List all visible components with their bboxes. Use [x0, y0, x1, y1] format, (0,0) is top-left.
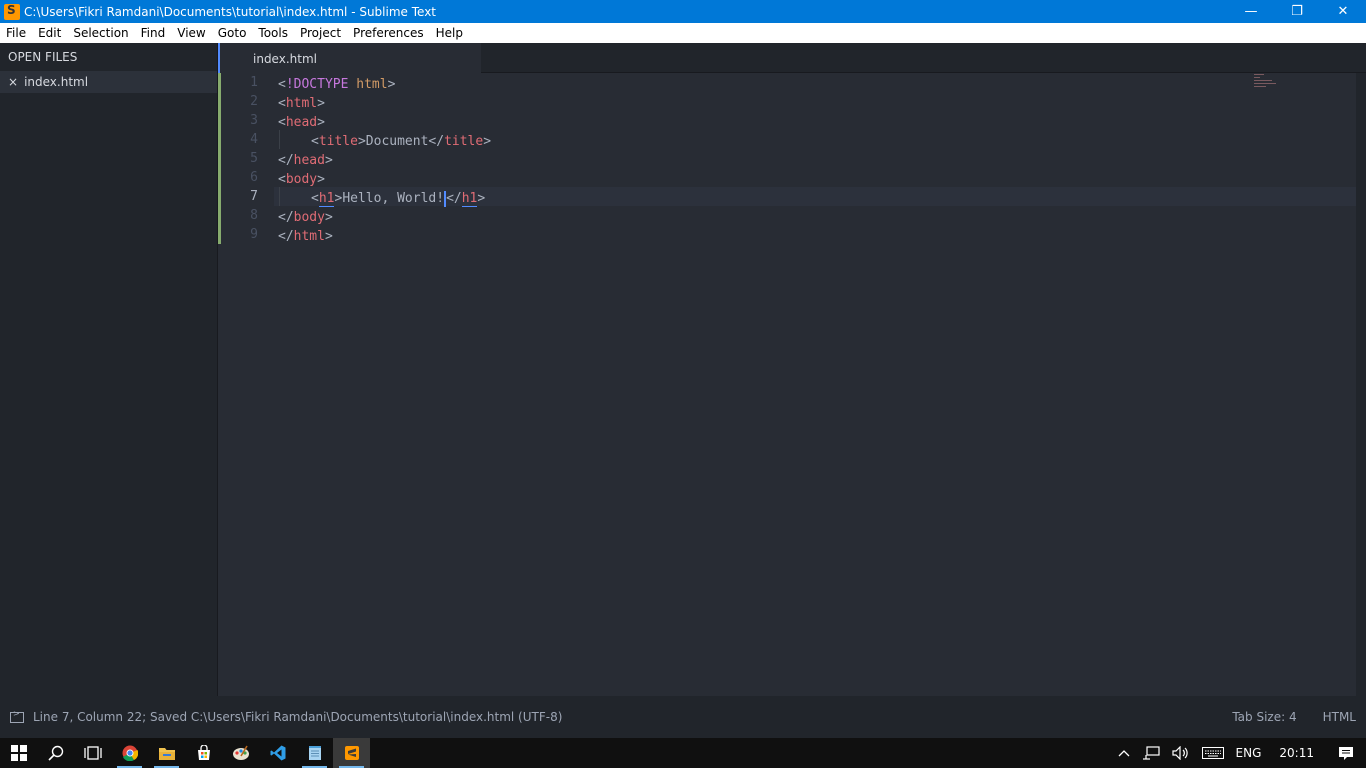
- menu-preferences[interactable]: Preferences: [347, 23, 430, 43]
- gutter: 1 2 3 4 5 6 7 8 9: [218, 73, 274, 696]
- code-line-6: <body>: [278, 172, 325, 187]
- paint-icon[interactable]: [222, 738, 259, 768]
- code-line-1: <!DOCTYPE html>: [278, 77, 396, 92]
- vscode-icon[interactable]: [259, 738, 296, 768]
- menu-selection[interactable]: Selection: [67, 23, 134, 43]
- code-line-7: <h1>Hello, World! </h1>: [311, 190, 486, 207]
- menu-help[interactable]: Help: [430, 23, 469, 43]
- sublime-text-icon: [4, 3, 20, 20]
- line-number: 2: [250, 94, 258, 109]
- sublime-text-icon[interactable]: [333, 738, 370, 768]
- menu-tools[interactable]: Tools: [252, 23, 294, 43]
- language-indicator[interactable]: ENG: [1230, 738, 1268, 768]
- status-message: Line 7, Column 22; Saved C:\Users\Fikri …: [33, 710, 563, 724]
- close-file-icon[interactable]: ×: [8, 75, 18, 89]
- code-line-4: <title>Document</title>: [311, 134, 492, 149]
- minimap[interactable]: [1254, 74, 1278, 92]
- notepad-icon[interactable]: [296, 738, 333, 768]
- line-number: 6: [250, 170, 258, 185]
- clock[interactable]: 20:11: [1267, 738, 1326, 768]
- menu-project[interactable]: Project: [294, 23, 347, 43]
- chrome-icon[interactable]: [111, 738, 148, 768]
- minimize-button[interactable]: —: [1228, 0, 1274, 23]
- status-bar: Line 7, Column 22; Saved C:\Users\Fikri …: [0, 696, 1366, 738]
- tab-size-indicator[interactable]: Tab Size: 4: [1232, 710, 1296, 724]
- syntax-indicator[interactable]: HTML: [1323, 710, 1356, 724]
- task-view-icon[interactable]: [74, 738, 111, 768]
- line-number: 7: [250, 189, 258, 204]
- tab-index-html[interactable]: index.html: [218, 43, 481, 73]
- code-line-9: </html>: [278, 229, 333, 244]
- taskbar: ENG 20:11: [0, 738, 1366, 768]
- maximize-button[interactable]: ❐: [1274, 0, 1320, 23]
- show-hidden-icons-button[interactable]: [1112, 738, 1136, 768]
- code-line-3: <head>: [278, 115, 325, 130]
- console-icon[interactable]: [10, 709, 24, 723]
- menu-edit[interactable]: Edit: [32, 23, 67, 43]
- close-button[interactable]: ✕: [1320, 0, 1366, 23]
- search-icon[interactable]: [37, 738, 74, 768]
- notifications-icon[interactable]: [1326, 738, 1366, 768]
- start-icon[interactable]: [0, 738, 37, 768]
- menu-goto[interactable]: Goto: [212, 23, 253, 43]
- line-number: 9: [250, 227, 258, 242]
- line-number: 3: [250, 113, 258, 128]
- file-explorer-icon[interactable]: [148, 738, 185, 768]
- menu-find[interactable]: Find: [135, 23, 172, 43]
- menu-file[interactable]: File: [0, 23, 32, 43]
- line-number: 8: [250, 208, 258, 223]
- sidebar: OPEN FILES × index.html: [0, 43, 218, 696]
- code-line-5: </head>: [278, 153, 333, 168]
- tab-bar: index.html: [218, 43, 1366, 73]
- code-line-8: </body>: [278, 210, 333, 225]
- volume-icon[interactable]: [1166, 738, 1196, 768]
- code-line-2: <html>: [278, 96, 325, 111]
- title-bar: C:\Users\Fikri Ramdani\Documents\tutoria…: [0, 0, 1366, 23]
- network-icon[interactable]: [1136, 738, 1166, 768]
- line-number: 4: [250, 132, 258, 147]
- open-files-header: OPEN FILES: [8, 50, 78, 64]
- sidebar-file-label: index.html: [24, 75, 89, 89]
- sidebar-file-index-html[interactable]: × index.html: [0, 71, 217, 93]
- vertical-scrollbar[interactable]: [1356, 73, 1366, 696]
- line-number: 5: [250, 151, 258, 166]
- menu-bar: File Edit Selection Find View Goto Tools…: [0, 23, 1366, 43]
- menu-view[interactable]: View: [171, 23, 211, 43]
- store-icon[interactable]: [185, 738, 222, 768]
- window-title: C:\Users\Fikri Ramdani\Documents\tutoria…: [24, 4, 436, 19]
- modified-lines-marker: [218, 73, 221, 244]
- keyboard-icon[interactable]: [1196, 738, 1230, 768]
- indent-guide: [279, 187, 280, 206]
- code-editor[interactable]: 1 2 3 4 5 6 7 8 9 <!DOCTYPE html> <html>…: [218, 73, 1356, 696]
- line-number: 1: [250, 75, 258, 90]
- indent-guide: [279, 130, 280, 149]
